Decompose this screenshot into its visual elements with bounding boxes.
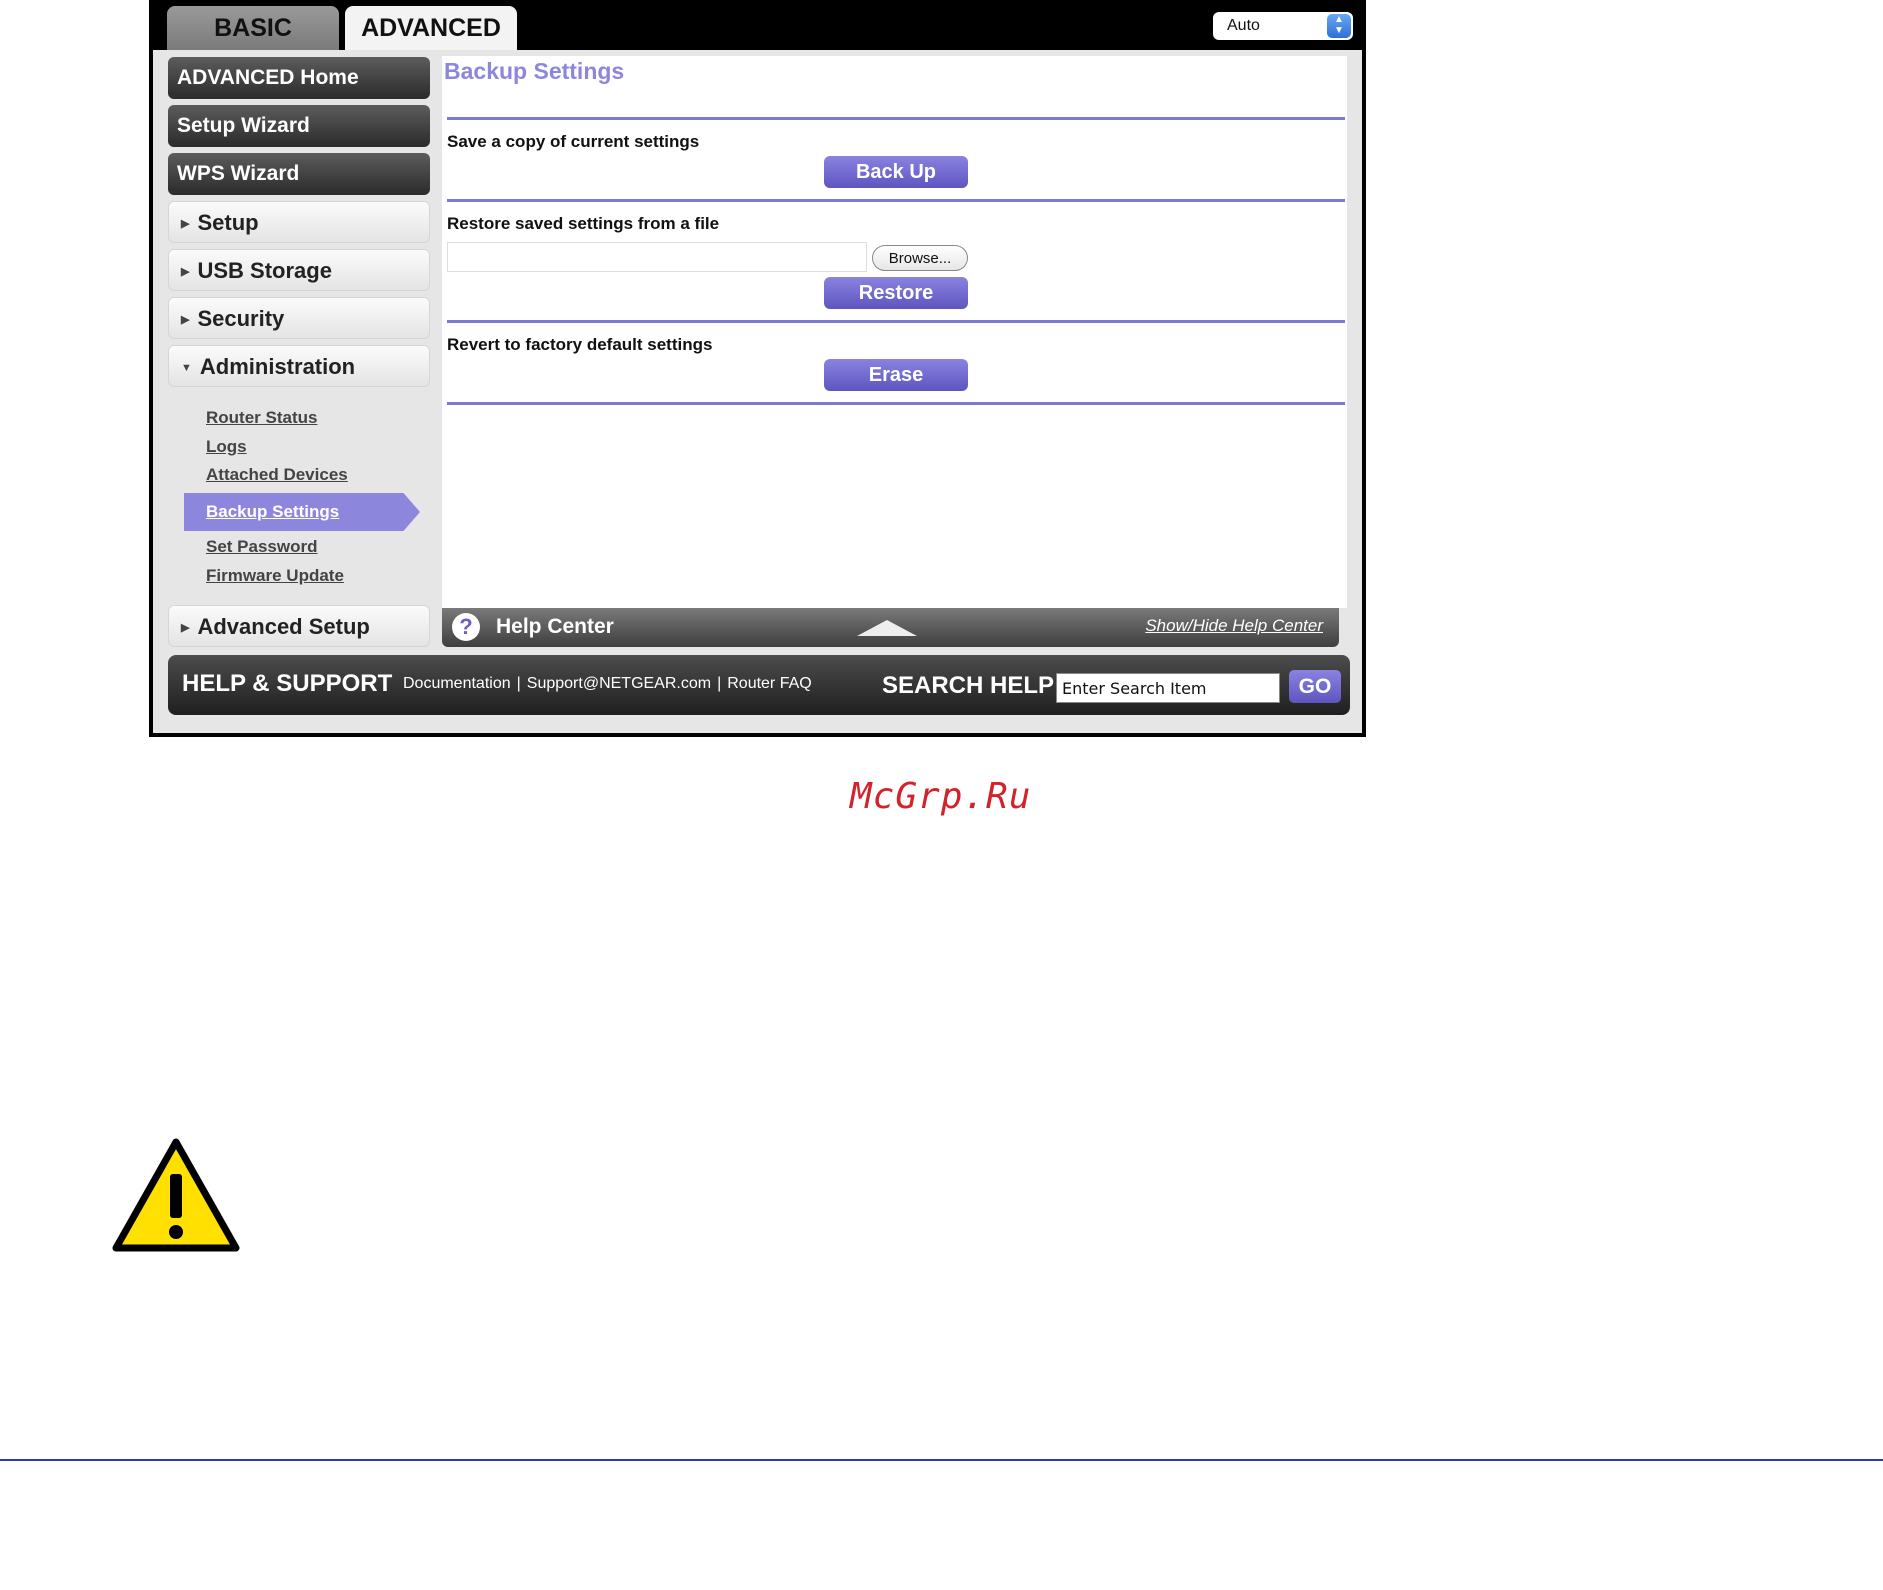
router-faq-link[interactable]: Router FAQ [727,675,811,692]
erase-section-label: Revert to factory default settings [447,335,713,354]
separator: | [717,675,722,692]
submenu-set-password-link[interactable]: Set Password [206,537,318,557]
page-divider [0,1459,1883,1461]
sidebar-item-administration[interactable]: ▼ Administration [168,345,430,387]
sidebar-wps-wizard-button[interactable]: WPS Wizard [168,153,430,195]
page-body: ADVANCED Home Setup Wizard WPS Wizard ▶ S… [153,50,1362,733]
submenu-firmware-update-link[interactable]: Firmware Update [206,566,344,586]
submenu-backup-settings-active[interactable]: Backup Settings [184,493,420,531]
submenu-attached-devices-link[interactable]: Attached Devices [206,465,348,485]
footer-title: HELP & SUPPORT [182,670,393,697]
triangle-up-icon[interactable] [857,620,917,636]
help-center-label: Help Center [496,615,614,638]
show-hide-help-center-link[interactable]: Show/Hide Help Center [1145,616,1323,636]
restore-button[interactable]: Restore [824,277,968,309]
divider [447,199,1345,202]
sidebar-item-security[interactable]: ▶ Security [168,297,430,339]
backup-section-label: Save a copy of current settings [447,132,700,151]
documentation-link[interactable]: Documentation [403,675,511,692]
restore-file-input[interactable] [447,242,867,272]
support-email-link[interactable]: Support@NETGEAR.com [527,675,711,692]
search-help-label: SEARCH HELP [882,672,1055,699]
sidebar-item-advanced-setup[interactable]: ▶ Advanced Setup [168,605,430,647]
sidebar-item-label: Advanced Setup [197,614,370,639]
go-button[interactable]: GO [1289,670,1341,703]
divider [447,402,1345,405]
erase-button[interactable]: Erase [824,359,968,391]
submenu-backup-settings-link[interactable]: Backup Settings [206,502,339,522]
top-tab-bar: BASIC ADVANCED Auto ▲ ▼ [149,0,1366,50]
language-select[interactable]: Auto ▲ ▼ [1213,12,1353,40]
search-input[interactable]: Enter Search Item [1056,673,1280,703]
sidebar-item-label: Setup [197,210,259,235]
main-content: Backup Settings Save a copy of current s… [442,56,1347,608]
warning-triangle-icon [112,1138,240,1252]
submenu-router-status-link[interactable]: Router Status [206,408,317,428]
submenu-logs-link[interactable]: Logs [206,437,247,457]
sidebar-item-usb-storage[interactable]: ▶ USB Storage [168,249,430,291]
triangle-right-icon: ▶ [181,266,190,278]
language-select-value: Auto [1227,17,1260,34]
sidebar-item-label: Administration [199,354,356,379]
divider [447,117,1345,120]
sidebar-item-label: USB Storage [197,258,332,283]
back-up-button[interactable]: Back Up [824,156,968,188]
question-circle-icon[interactable]: ? [452,613,480,641]
triangle-right-icon: ▶ [181,218,190,230]
footer-links: Documentation | Support@NETGEAR.com | Router… [403,675,812,693]
page-title: Backup Settings [444,58,625,84]
router-ui-screenshot: BASIC ADVANCED Auto ▲ ▼ ADVANCED Home Set… [149,0,1366,737]
separator: | [516,675,521,692]
sidebar-advanced-home-button[interactable]: ADVANCED Home [168,57,430,99]
sidebar-item-label: Security [197,306,285,331]
watermark: McGrp.Ru [850,776,1032,817]
triangle-right-icon: ▶ [181,314,190,326]
divider [447,320,1345,323]
restore-section-label: Restore saved settings from a file [447,214,720,233]
tab-basic[interactable]: BASIC [167,6,339,50]
sidebar-item-setup[interactable]: ▶ Setup [168,201,430,243]
help-center-bar: ? Help Center Show/Hide Help Center [442,608,1339,647]
sidebar-setup-wizard-button[interactable]: Setup Wizard [168,105,430,147]
tab-advanced[interactable]: ADVANCED [345,6,517,50]
help-support-footer: HELP & SUPPORT Documentation | Support@NET… [168,655,1350,715]
updown-arrows-icon: ▲ ▼ [1327,14,1351,38]
triangle-down-icon: ▼ [181,362,192,374]
browse-button[interactable]: Browse... [872,245,968,271]
triangle-right-icon: ▶ [181,622,190,634]
